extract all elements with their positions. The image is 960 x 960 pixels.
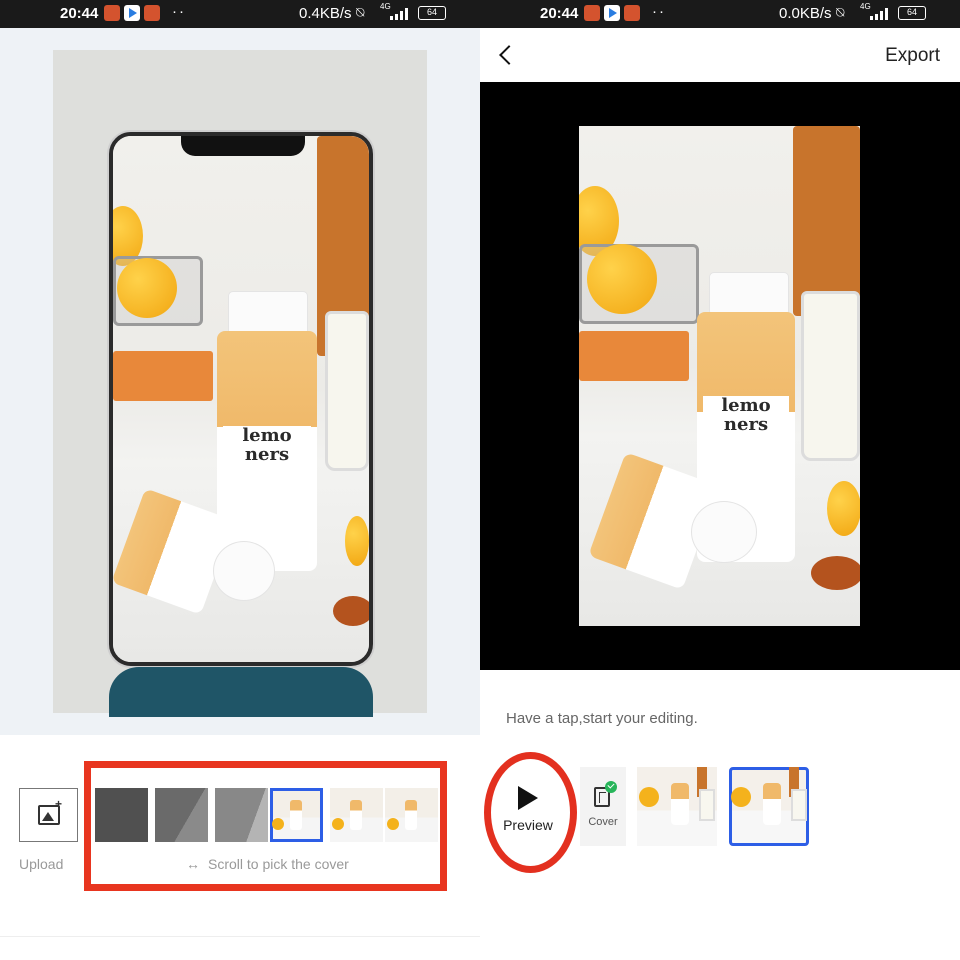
product-photo: lemo ners — [113, 136, 369, 662]
battery-icon: 64 — [418, 6, 446, 20]
export-button[interactable]: Export — [885, 45, 940, 67]
product-photo: lemo ners — [579, 126, 860, 626]
upload-label: Upload — [19, 856, 64, 872]
status-time: 20:44 — [540, 5, 579, 22]
play-store-icon — [604, 5, 620, 21]
annotation-highlight-box — [84, 761, 447, 891]
signal-icon — [870, 8, 892, 20]
poster-canvas: lemo ners — [0, 28, 480, 735]
play-store-icon — [124, 5, 140, 21]
clip-thumbnail[interactable] — [637, 767, 717, 846]
phone-mockup: lemo ners — [109, 132, 373, 666]
notification-icons — [104, 5, 160, 21]
status-time: 20:44 — [60, 5, 99, 22]
signal-icon — [390, 8, 412, 20]
cover-label: Cover — [588, 816, 618, 828]
selected-clip-thumbnail[interactable] — [729, 767, 809, 846]
more-notifications-icon: ·· — [652, 3, 666, 20]
notification-icons — [584, 5, 640, 21]
brand-label: lemo ners — [703, 396, 789, 434]
upload-button[interactable]: + — [19, 788, 78, 842]
phone-notch — [181, 136, 305, 156]
network-speed: 0.0KB/s — [779, 5, 832, 22]
divider — [0, 936, 480, 937]
editor-header: Export — [480, 28, 960, 82]
phone-stand — [109, 667, 373, 717]
cover-picker-screen: 20:44 ·· 0.4KB/s ⍉ 4G 64 lemo ners + Upl… — [0, 0, 480, 960]
video-preview[interactable]: lemo ners — [480, 82, 960, 670]
video-editor-screen: 20:44 ·· 0.0KB/s ⍉ 4G 64 Export lemo ner… — [480, 0, 960, 960]
status-bar: 20:44 ·· 0.4KB/s ⍉ 4G 64 — [0, 0, 480, 28]
poster-preview[interactable]: lemo ners — [53, 50, 427, 717]
network-speed: 0.4KB/s — [299, 5, 352, 22]
brand-label: lemo ners — [223, 426, 311, 464]
mute-icon: ⍉ — [836, 4, 845, 20]
plus-icon: + — [55, 797, 63, 811]
app-notification-icon — [584, 5, 600, 21]
app-notification-icon — [144, 5, 160, 21]
check-icon — [605, 781, 617, 793]
app-notification-icon — [624, 5, 640, 21]
back-arrow-icon[interactable] — [496, 42, 518, 68]
cover-picker: + Upload ↔ Scroll to pick the cover — [0, 735, 480, 960]
status-bar: 20:44 ·· 0.0KB/s ⍉ 4G 64 — [480, 0, 960, 28]
more-notifications-icon: ·· — [172, 3, 186, 20]
app-notification-icon — [104, 5, 120, 21]
editing-hint: Have a tap,start your editing. — [506, 710, 698, 727]
annotation-circle — [484, 752, 577, 873]
mute-icon: ⍉ — [356, 4, 365, 20]
battery-icon: 64 — [898, 6, 926, 20]
cover-button[interactable]: Cover — [580, 767, 626, 846]
